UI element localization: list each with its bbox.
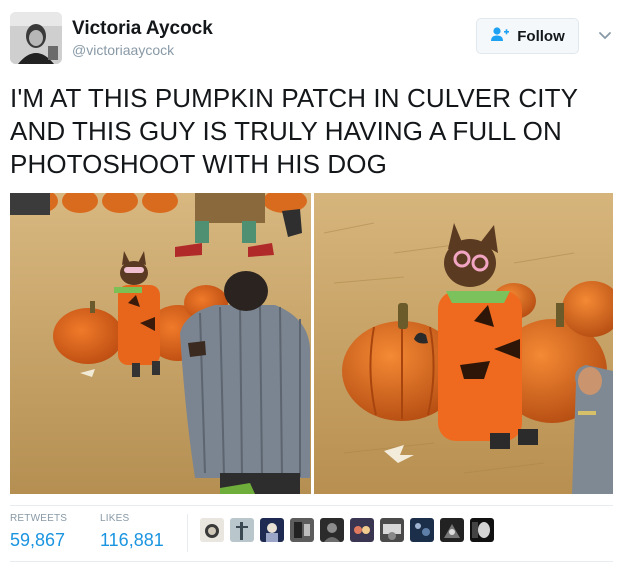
divider-bottom	[10, 561, 613, 562]
user-handle[interactable]: @victoriaaycock	[72, 42, 174, 58]
photo-left[interactable]	[10, 193, 311, 494]
follow-button[interactable]: Follow	[476, 18, 579, 54]
liker-avatar[interactable]	[200, 518, 224, 542]
tweet-line: I'M AT THIS PUMPKIN PATCH IN CULVER CITY	[10, 83, 579, 113]
liker-avatar[interactable]	[440, 518, 464, 542]
tweet-media	[10, 193, 613, 494]
liker-avatar[interactable]	[260, 518, 284, 542]
likes-label: LIKES	[100, 513, 130, 524]
retweets-label: RETWEETS	[10, 513, 68, 524]
liker-avatar[interactable]	[320, 518, 344, 542]
tweet-line: AND THIS GUY IS TRULY HAVING A FULL ON	[10, 116, 562, 146]
liker-avatar[interactable]	[410, 518, 434, 542]
liker-avatar[interactable]	[230, 518, 254, 542]
likers-avatars	[200, 518, 494, 544]
retweets-stat[interactable]: RETWEETS 59,867	[10, 513, 67, 551]
photo-right[interactable]	[314, 193, 613, 494]
liker-avatar[interactable]	[380, 518, 404, 542]
divider-top	[10, 505, 613, 506]
user-avatar[interactable]	[10, 12, 62, 64]
tweet-header: Victoria Aycock @victoriaaycock Follow	[10, 12, 615, 66]
stats-separator	[187, 514, 188, 552]
tweet-line: PHOTOSHOOT WITH HIS DOG	[10, 149, 387, 179]
retweets-count[interactable]: 59,867	[10, 530, 67, 551]
tweet-text: I'M AT THIS PUMPKIN PATCH IN CULVER CITY…	[10, 82, 610, 181]
liker-avatar[interactable]	[290, 518, 314, 542]
user-display-name[interactable]: Victoria Aycock	[72, 18, 213, 40]
liker-avatar[interactable]	[350, 518, 374, 542]
liker-avatar[interactable]	[470, 518, 494, 542]
follow-button-label: Follow	[517, 27, 565, 45]
chevron-down-icon[interactable]	[598, 28, 612, 40]
add-person-icon	[490, 26, 510, 46]
likes-count[interactable]: 116,881	[100, 530, 164, 551]
likes-stat[interactable]: LIKES 116,881	[100, 513, 164, 551]
